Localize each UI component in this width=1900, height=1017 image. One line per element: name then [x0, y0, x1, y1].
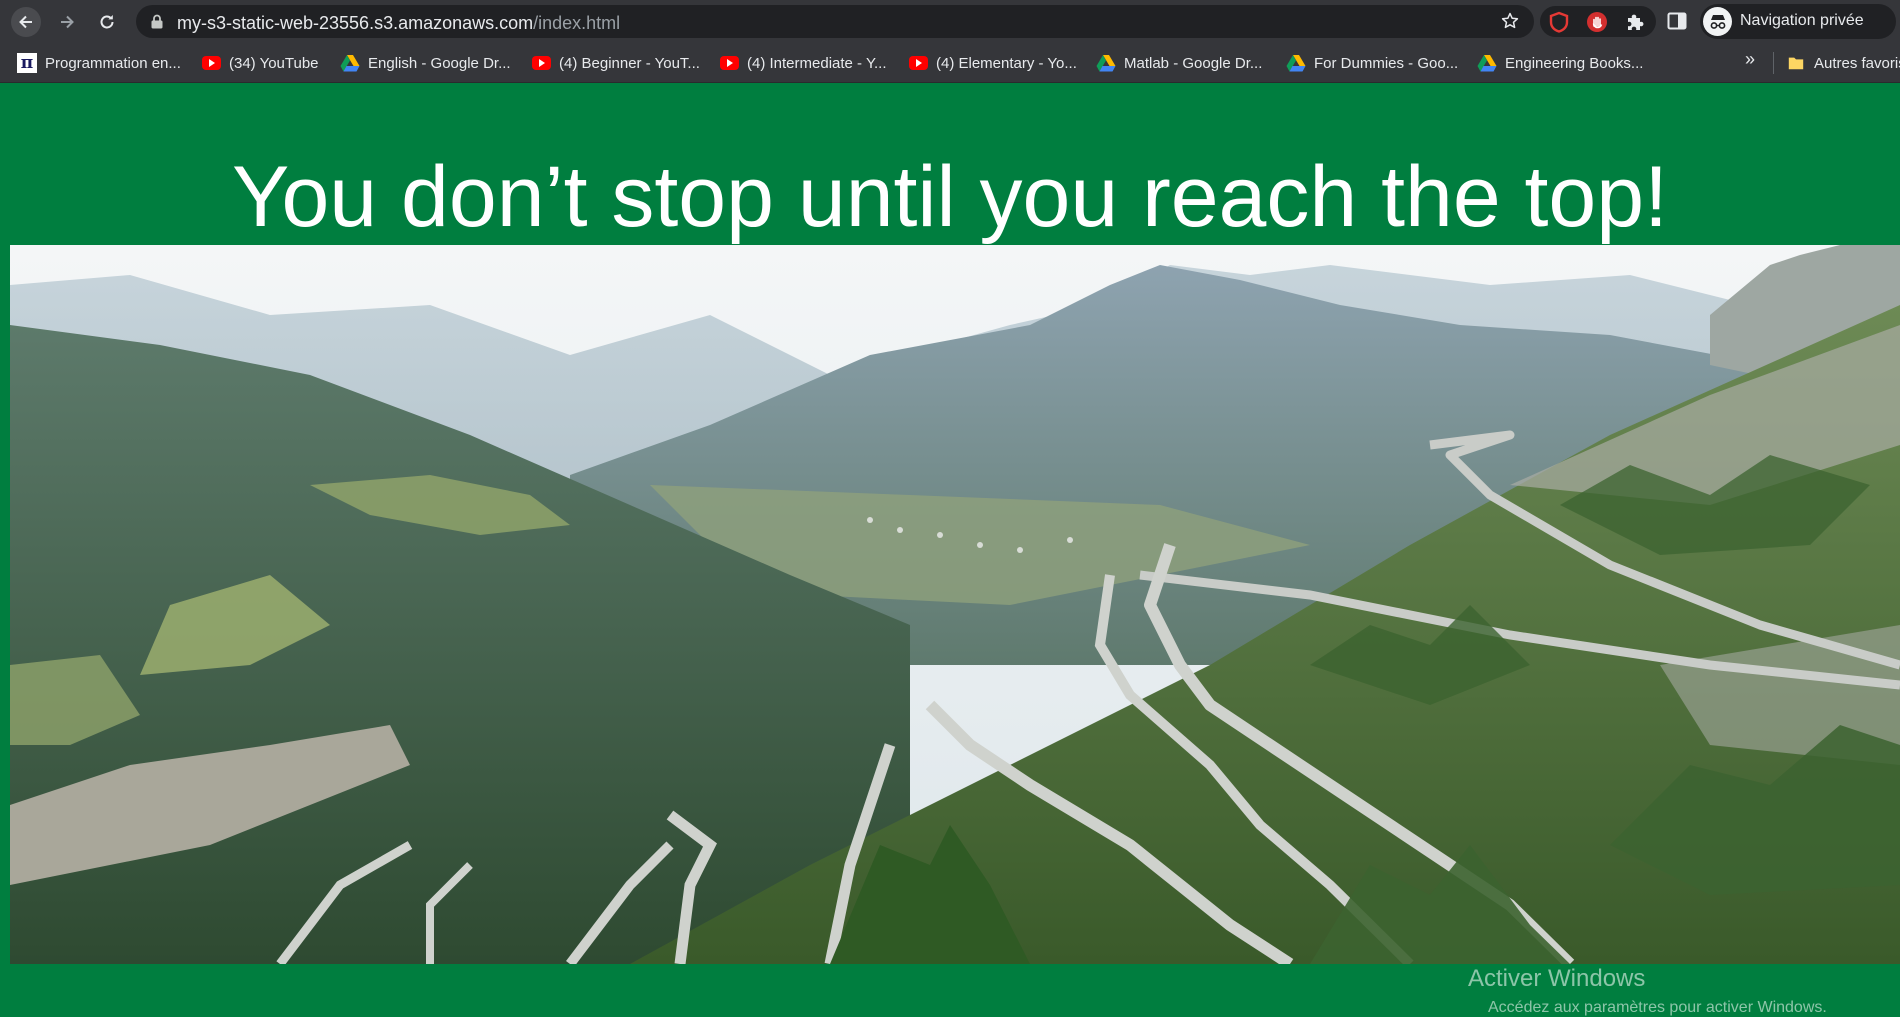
bookmark-label: For Dummies - Goo...	[1314, 54, 1459, 72]
youtube-icon	[201, 53, 221, 73]
bookmark-item[interactable]: Matlab - Google Dr...	[1096, 51, 1262, 75]
bookmarks-divider	[1773, 52, 1774, 74]
side-panel-icon	[1667, 12, 1687, 30]
youtube-icon	[719, 53, 739, 73]
url-host: my-s3-static-web-23556.s3.amazonaws.com	[177, 13, 534, 33]
browser-toolbar: my-s3-static-web-23556.s3.amazonaws.com/…	[0, 0, 1900, 43]
google-drive-icon	[1477, 53, 1497, 73]
lock-icon[interactable]	[150, 14, 164, 29]
bookmark-label: (4) Beginner - YouT...	[559, 54, 700, 72]
bookmark-item[interactable]: (34) YouTube	[201, 51, 319, 75]
incognito-icon	[1703, 7, 1732, 36]
bookmark-label: (4) Elementary - Yo...	[936, 54, 1077, 72]
arrow-left-icon	[19, 15, 32, 29]
bookmark-label: Programmation en...	[45, 54, 181, 72]
profile-label: Navigation privée	[1740, 12, 1864, 29]
pi-icon: π	[17, 53, 37, 73]
bookmarks-overflow-chevron[interactable]: »	[1745, 49, 1755, 70]
extensions-button[interactable]	[1624, 11, 1646, 33]
url-text[interactable]: my-s3-static-web-23556.s3.amazonaws.com/…	[177, 13, 620, 34]
bookmark-item[interactable]: Engineering Books...	[1477, 51, 1643, 75]
bookmark-label: (4) Intermediate - Y...	[747, 54, 887, 72]
hero-image	[10, 245, 1900, 964]
bookmark-item[interactable]: (4) Elementary - Yo...	[908, 51, 1077, 75]
google-drive-icon	[340, 53, 360, 73]
bookmarks-bar: π Programmation en... (34) YouTube Engli…	[0, 43, 1900, 83]
incognito-profile-chip[interactable]: Navigation privée	[1700, 4, 1896, 39]
other-bookmarks-folder[interactable]: Autres favoris	[1786, 51, 1900, 75]
bookmark-item[interactable]: English - Google Dr...	[340, 51, 511, 75]
google-drive-icon	[1286, 53, 1306, 73]
google-drive-icon	[1096, 53, 1116, 73]
bookmark-label: Engineering Books...	[1505, 54, 1644, 72]
shield-extension-button[interactable]	[1548, 11, 1570, 33]
stop-hand-icon	[1587, 12, 1607, 32]
reload-icon	[100, 15, 114, 29]
mountain-pass-illustration	[10, 245, 1900, 964]
youtube-icon	[531, 53, 551, 73]
web-page: You don’t stop until you reach the top!	[0, 84, 1900, 1016]
forward-button[interactable]	[52, 7, 82, 37]
back-button[interactable]	[11, 7, 41, 37]
arrow-right-icon	[61, 15, 74, 29]
bookmark-item[interactable]: π Programmation en...	[17, 51, 181, 75]
stop-hand-extension-button[interactable]	[1586, 11, 1608, 33]
folder-icon	[1786, 53, 1806, 73]
shield-icon	[1549, 11, 1569, 33]
address-bar[interactable]: my-s3-static-web-23556.s3.amazonaws.com/…	[136, 5, 1534, 38]
url-path: /index.html	[533, 13, 621, 33]
side-panel-button[interactable]	[1666, 10, 1688, 32]
windows-activation-watermark: Activer Windows Accédez aux paramètres p…	[1468, 965, 1827, 1017]
bookmark-label: Matlab - Google Dr...	[1124, 54, 1263, 72]
puzzle-icon	[1628, 14, 1644, 30]
youtube-icon	[908, 53, 928, 73]
bookmark-label: (34) YouTube	[229, 54, 319, 72]
bookmark-star-icon[interactable]	[1500, 11, 1520, 31]
bookmark-item[interactable]: For Dummies - Goo...	[1286, 51, 1458, 75]
watermark-title: Activer Windows	[1468, 965, 1646, 992]
other-bookmarks-label: Autres favoris	[1814, 54, 1900, 72]
page-heading: You don’t stop until you reach the top!	[232, 149, 1668, 245]
bookmark-label: English - Google Dr...	[368, 54, 511, 72]
bookmark-item[interactable]: (4) Intermediate - Y...	[719, 51, 887, 75]
extensions-group	[1540, 6, 1656, 37]
watermark-subtitle: Accédez aux paramètres pour activer Wind…	[1488, 999, 1827, 1016]
reload-button[interactable]	[92, 7, 122, 37]
bookmark-item[interactable]: (4) Beginner - YouT...	[531, 51, 700, 75]
